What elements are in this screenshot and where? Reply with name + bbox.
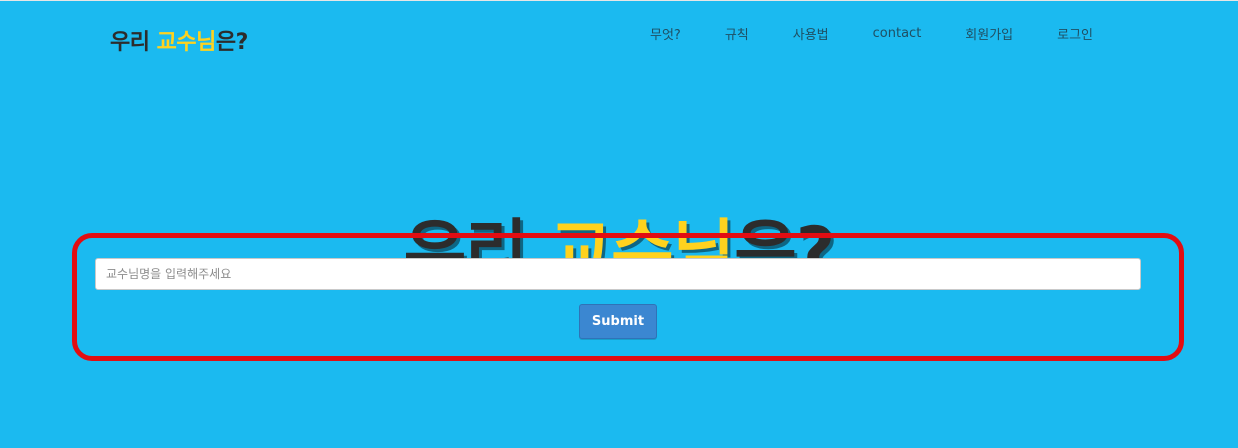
professor-search-input[interactable] xyxy=(95,258,1141,290)
nav-item-contact[interactable]: contact xyxy=(863,26,932,41)
nav-item-rules[interactable]: 규칙 xyxy=(715,24,759,43)
top-border-line xyxy=(0,0,1238,1)
site-logo[interactable]: 우리 교수님은? xyxy=(110,24,248,56)
submit-button[interactable]: Submit xyxy=(579,304,657,339)
logo-text-accent: 교수님 xyxy=(156,30,217,55)
nav-item-usage[interactable]: 사용법 xyxy=(783,24,839,43)
logo-text-prefix: 우리 xyxy=(110,30,157,55)
nav-item-login[interactable]: 로그인 xyxy=(1047,24,1103,43)
nav-item-what[interactable]: 무엇? xyxy=(640,24,691,43)
nav-item-signup[interactable]: 회원가입 xyxy=(955,24,1023,43)
logo-text-suffix: 은? xyxy=(215,30,249,55)
main-nav: 무엇? 규칙 사용법 contact 회원가입 로그인 xyxy=(640,24,1127,43)
search-highlight-annotation xyxy=(72,233,1184,361)
